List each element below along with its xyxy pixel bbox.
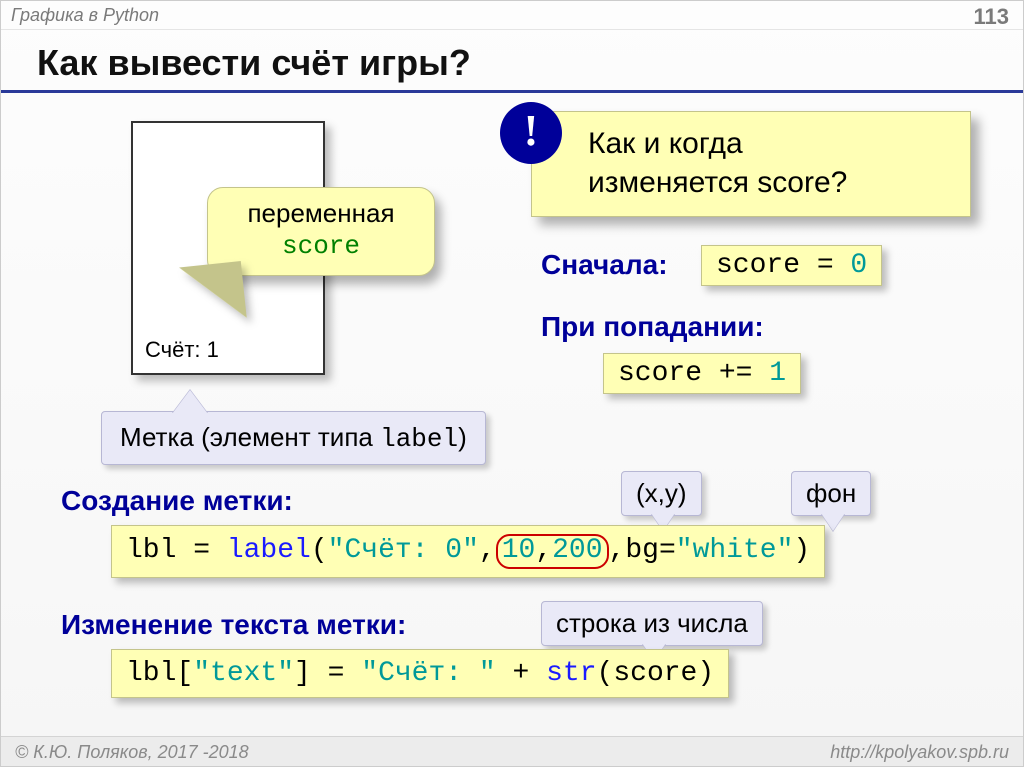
- label-initially: Сначала:: [541, 249, 668, 281]
- label-caption-text: Метка (элемент типа: [120, 422, 380, 452]
- annotation-str: строка из числа: [541, 601, 763, 646]
- section-change-label: Изменение текста метки:: [61, 609, 406, 641]
- footer-copyright: © К.Ю. Поляков, 2017 -2018: [15, 742, 249, 762]
- variable-bubble-code: score: [282, 231, 360, 261]
- label-caption: Метка (элемент типа label): [101, 411, 486, 465]
- label-caption-tail: ): [458, 422, 467, 452]
- slide: Графика в Python 113 Как вывести счёт иг…: [0, 0, 1024, 767]
- code-score-init: score = 0: [701, 245, 882, 286]
- page-number: 113: [974, 3, 1010, 31]
- callout-line1: Как и когда: [588, 127, 743, 160]
- topbar: Графика в Python 113: [1, 1, 1023, 30]
- code-change-text: lbl["text"] = "Счёт: " + str(score): [111, 649, 729, 698]
- footer: © К.Ю. Поляков, 2017 -2018 http://kpolya…: [1, 736, 1023, 766]
- annotation-xy: (x,y): [621, 471, 702, 516]
- question-callout: ! Как и когда изменяется score?: [531, 111, 971, 217]
- code-score-inc: score += 1: [603, 353, 801, 394]
- label-caption-code: label: [380, 424, 458, 454]
- variable-bubble-line1: переменная: [247, 198, 394, 228]
- topbar-text: Графика в Python: [11, 5, 159, 25]
- callout-line2: изменяется score?: [588, 166, 847, 199]
- slide-title: Как вывести счёт игры?: [1, 30, 1023, 93]
- exclamation-icon: !: [500, 102, 562, 164]
- section-create-label: Создание метки:: [61, 485, 293, 517]
- label-on-hit: При попадании:: [541, 311, 764, 343]
- footer-url: http://kpolyakov.spb.ru: [830, 737, 1009, 767]
- code-create-label: lbl = label("Счёт: 0",10,200,bg="white"): [111, 525, 825, 578]
- canvas-score-text: Счёт: 1: [145, 337, 219, 363]
- annotation-bg: фон: [791, 471, 871, 516]
- variable-bubble: переменная score: [207, 187, 435, 276]
